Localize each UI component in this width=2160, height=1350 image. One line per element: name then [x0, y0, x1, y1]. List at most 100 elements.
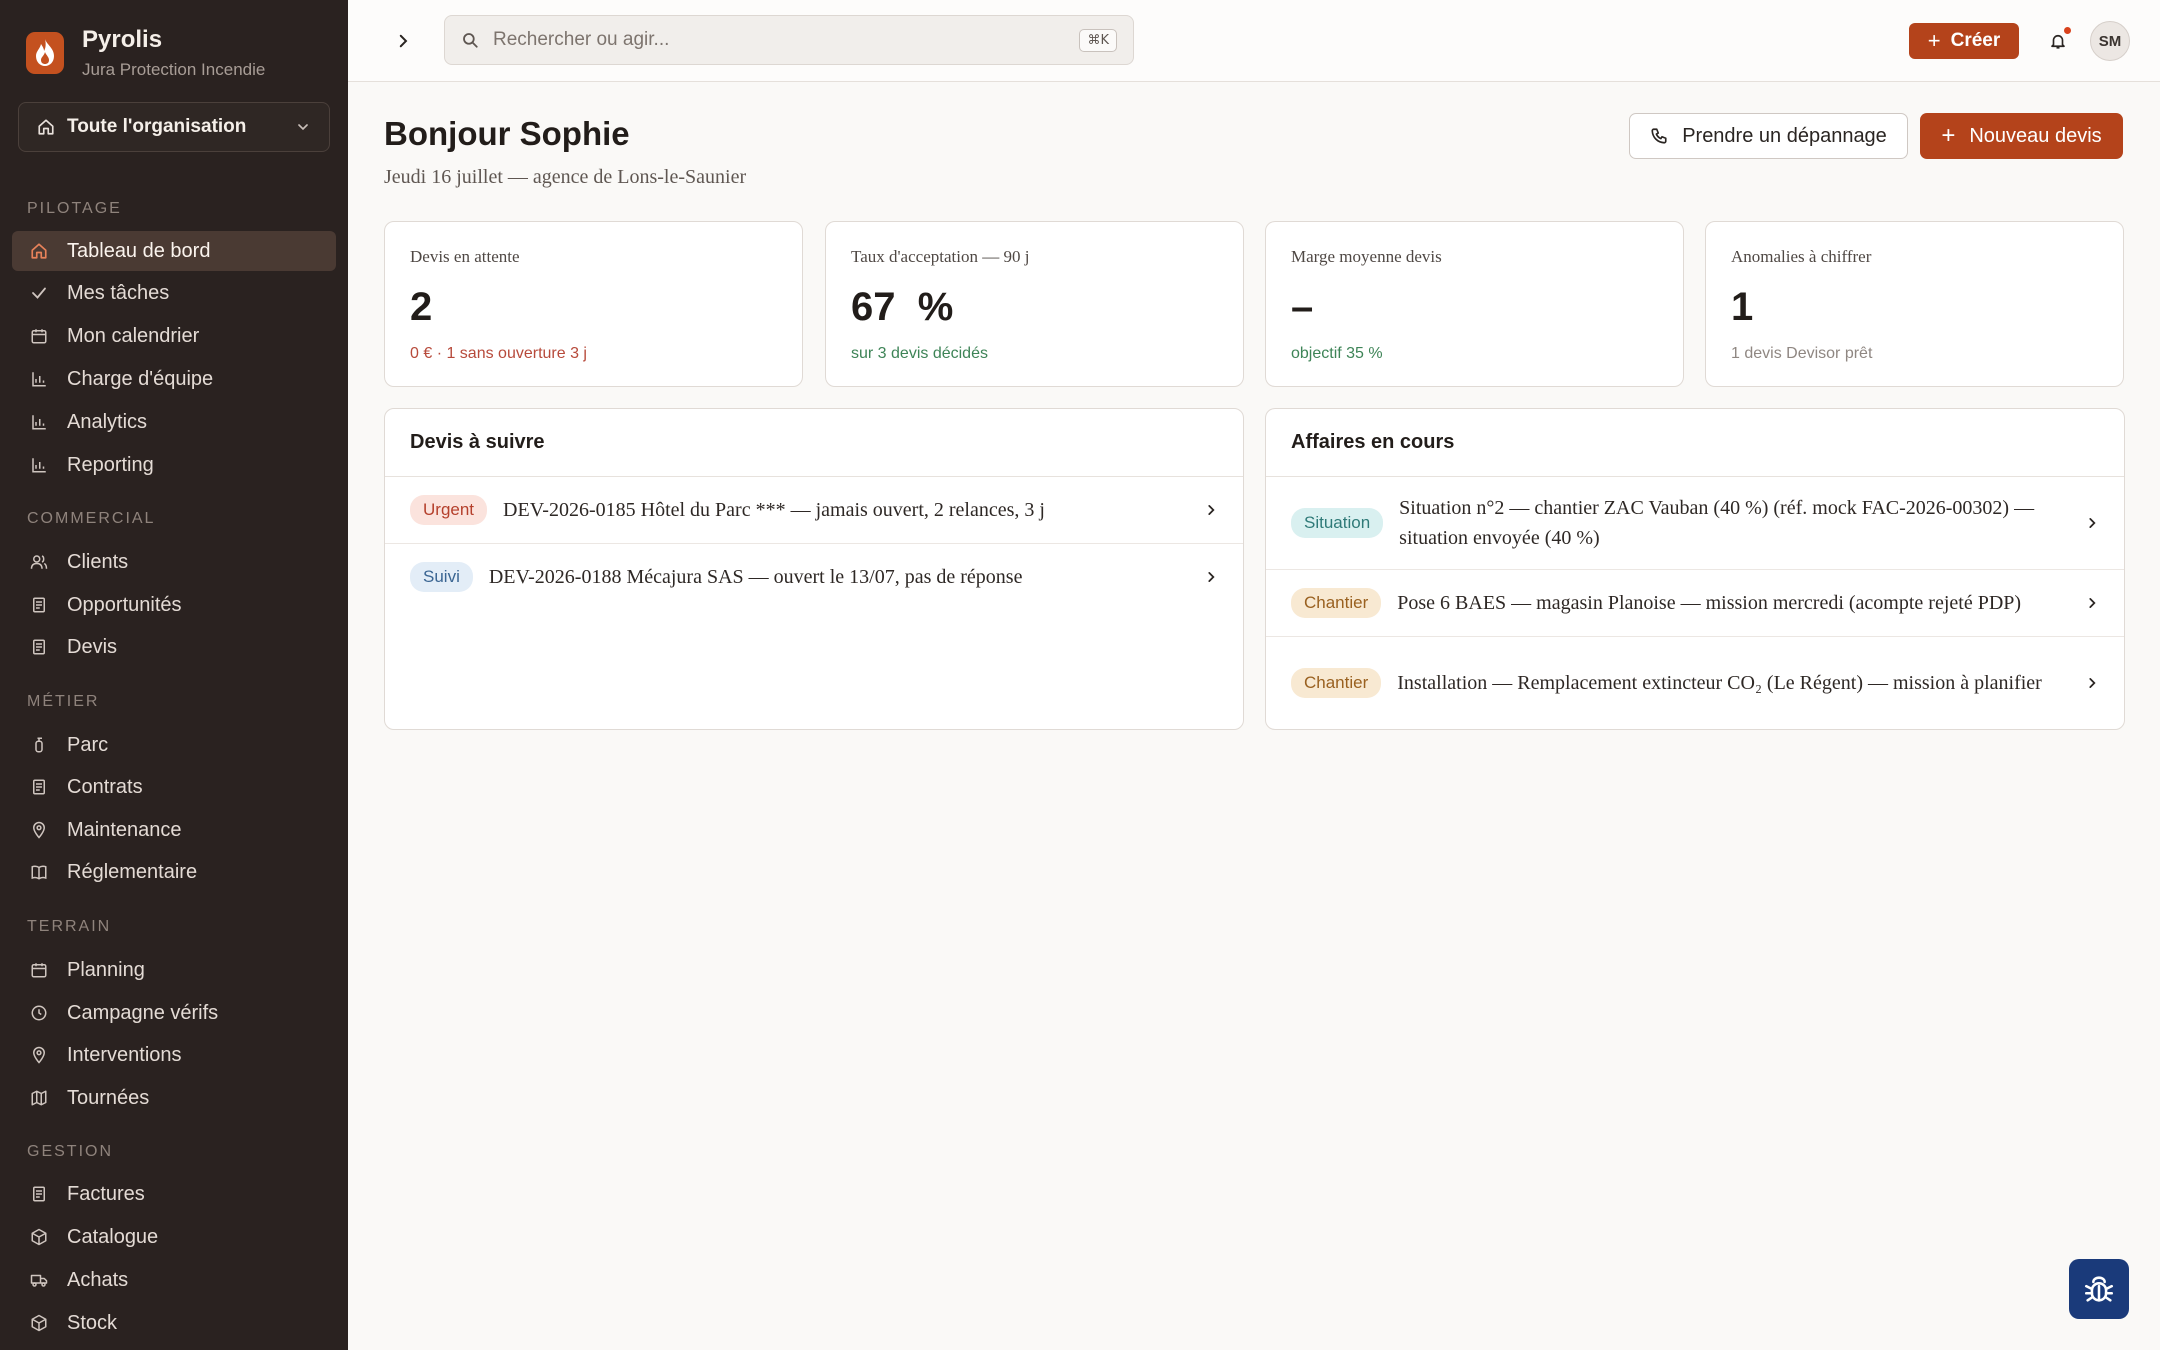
sidebar-item-tableau-de-bord[interactable]: Tableau de bord: [12, 231, 336, 271]
list-item[interactable]: Suivi DEV-2026-0188 Mécajura SAS — ouver…: [385, 544, 1243, 610]
bar-chart-icon: [28, 411, 50, 433]
list-item[interactable]: Urgent DEV-2026-0185 Hôtel du Parc *** —…: [385, 477, 1243, 544]
chevron-down-icon: [295, 119, 311, 135]
sidebar-item-label: Devis: [67, 635, 118, 658]
map-icon: [28, 1087, 50, 1109]
chevron-right-icon: [2077, 596, 2099, 610]
sidebar-item-label: Campagne vérifs: [67, 1001, 219, 1024]
sidebar-item-campagne-verifs[interactable]: Campagne vérifs: [12, 993, 336, 1033]
kpi-label: Devis en attente: [410, 247, 520, 266]
sidebar-item-analytics[interactable]: Analytics: [12, 402, 336, 442]
sidebar-item-planning[interactable]: Planning: [12, 950, 336, 990]
kpi-value: 67 %: [851, 285, 954, 329]
sidebar-item-label: Parc: [67, 733, 109, 756]
sidebar-item-stock[interactable]: Stock: [12, 1303, 336, 1343]
avatar[interactable]: SM: [2090, 21, 2130, 61]
nav-section-commercial: COMMERCIAL: [27, 510, 156, 527]
status-badge: Suivi: [410, 562, 473, 592]
bar-chart-icon: [28, 368, 50, 390]
phone-icon: [1650, 127, 1668, 145]
sidebar-item-charge-equipe[interactable]: Charge d'équipe: [12, 359, 336, 399]
create-button[interactable]: + Créer: [1909, 23, 2019, 59]
sidebar-item-label: Mon calendrier: [67, 324, 200, 347]
sidebar-item-mon-calendrier[interactable]: Mon calendrier: [12, 316, 336, 356]
notification-dot: [2064, 27, 2071, 34]
sidebar-item-label: Achats: [67, 1268, 129, 1291]
sidebar-item-tournees[interactable]: Tournées: [12, 1078, 336, 1118]
status-badge: Situation: [1291, 508, 1384, 538]
kpi-value: 1: [1731, 285, 1754, 329]
kpi-label: Anomalies à chiffrer: [1731, 247, 1872, 266]
kpi-note: 1 devis Devisor prêt: [1731, 345, 1873, 362]
sidebar-item-label: Tournées: [67, 1086, 150, 1109]
search-input[interactable]: [493, 29, 1080, 51]
sidebar-item-reporting[interactable]: Reporting: [12, 445, 336, 485]
bell-icon: [2051, 34, 2065, 49]
kpi-card-taux-acceptation[interactable]: Taux d'acceptation — 90 j 67 % sur 3 dev…: [825, 221, 1244, 387]
create-button-label: Créer: [1950, 30, 2001, 51]
extinguisher-icon: [28, 734, 50, 756]
list-item-text: Pose 6 BAES — magasin Planoise — mission…: [1397, 592, 2022, 614]
prendre-depannage-label: Prendre un dépannage: [1682, 124, 1887, 147]
sidebar-item-label: Mes tâches: [67, 281, 170, 304]
sidebar-item-opportunites[interactable]: Opportunités: [12, 585, 336, 625]
list-item-text: DEV-2026-0188 Mécajura SAS — ouvert le 1…: [488, 566, 1023, 588]
sidebar-item-clients[interactable]: Clients: [12, 542, 336, 582]
sidebar-item-devis[interactable]: Devis: [12, 627, 336, 667]
list-item[interactable]: Situation Situation n°2 — chantier ZAC V…: [1266, 477, 2124, 570]
sidebar-item-label: Reporting: [67, 453, 154, 476]
sidebar-item-label: Maintenance: [67, 818, 182, 841]
truck-icon: [28, 1269, 50, 1291]
sidebar-item-mes-taches[interactable]: Mes tâches: [12, 273, 336, 313]
kpi-card-marge-moyenne[interactable]: Marge moyenne devis – objectif 35 %: [1265, 221, 1684, 387]
chevron-right-icon[interactable]: [390, 28, 416, 54]
sidebar-item-label: Opportunités: [67, 593, 182, 616]
brand[interactable]: Pyrolis Jura Protection Incendie: [26, 26, 265, 80]
sidebar-item-maintenance[interactable]: Maintenance: [12, 810, 336, 850]
list-item[interactable]: Chantier Installation — Remplacement ext…: [1266, 637, 2124, 729]
sidebar-item-reglementaire[interactable]: Réglementaire: [12, 852, 336, 892]
sidebar-item-contrats[interactable]: Contrats: [12, 767, 336, 807]
sidebar-item-parc[interactable]: Parc: [12, 725, 336, 765]
document-icon: [28, 636, 50, 658]
document-icon: [28, 776, 50, 798]
status-badge: Chantier: [1291, 668, 1382, 698]
users-icon: [28, 551, 50, 573]
sidebar-item-catalogue[interactable]: Catalogue: [12, 1217, 336, 1257]
sidebar-item-label: Clients: [67, 550, 129, 573]
calendar-icon: [28, 325, 50, 347]
sidebar-item-achats[interactable]: Achats: [12, 1260, 336, 1300]
panel-title: Devis à suivre: [385, 409, 1243, 477]
page-title: Bonjour Sophie: [384, 115, 630, 152]
list-item-text: Situation n°2 — chantier ZAC Vauban (40 …: [1399, 497, 2035, 549]
kpi-label: Taux d'acceptation — 90 j: [851, 247, 1030, 266]
bug-icon: [2084, 1276, 2114, 1302]
search-icon: [461, 31, 479, 49]
bug-report-button[interactable]: [2069, 1259, 2129, 1319]
sidebar-item-interventions[interactable]: Interventions: [12, 1035, 336, 1075]
kpi-note: sur 3 devis décidés: [851, 345, 988, 362]
sidebar-item-factures[interactable]: Factures: [12, 1174, 336, 1214]
sidebar-item-label: Analytics: [67, 410, 148, 433]
list-item-text: Installation — Remplacement extincteur C…: [1397, 672, 2042, 694]
affaires-en-cours-panel: Affaires en cours Situation Situation n°…: [1265, 408, 2125, 730]
nouveau-devis-button[interactable]: + Nouveau devis: [1920, 113, 2123, 159]
search-bar[interactable]: ⌘K: [444, 15, 1134, 65]
notifications-button[interactable]: [2044, 27, 2072, 55]
nav-section-gestion: GESTION: [27, 1143, 114, 1160]
bar-chart-icon: [28, 454, 50, 476]
list-item[interactable]: Chantier Pose 6 BAES — magasin Planoise …: [1266, 570, 2124, 637]
kpi-card-anomalies[interactable]: Anomalies à chiffrer 1 1 devis Devisor p…: [1705, 221, 2124, 387]
sidebar-item-label: Tableau de bord: [67, 239, 211, 262]
box-icon: [28, 1226, 50, 1248]
plus-icon: +: [1941, 122, 1956, 149]
organization-select-label: Toute l'organisation: [67, 116, 247, 137]
organization-select[interactable]: Toute l'organisation: [18, 102, 330, 152]
book-icon: [28, 861, 50, 883]
kpi-value: 2: [410, 285, 433, 329]
kpi-card-devis-en-attente[interactable]: Devis en attente 2 0 € · 1 sans ouvertur…: [384, 221, 803, 387]
prendre-depannage-button[interactable]: Prendre un dépannage: [1629, 113, 1908, 159]
sidebar-item-label: Stock: [67, 1311, 118, 1334]
nouveau-devis-label: Nouveau devis: [1969, 124, 2102, 147]
status-badge: Urgent: [410, 495, 488, 525]
